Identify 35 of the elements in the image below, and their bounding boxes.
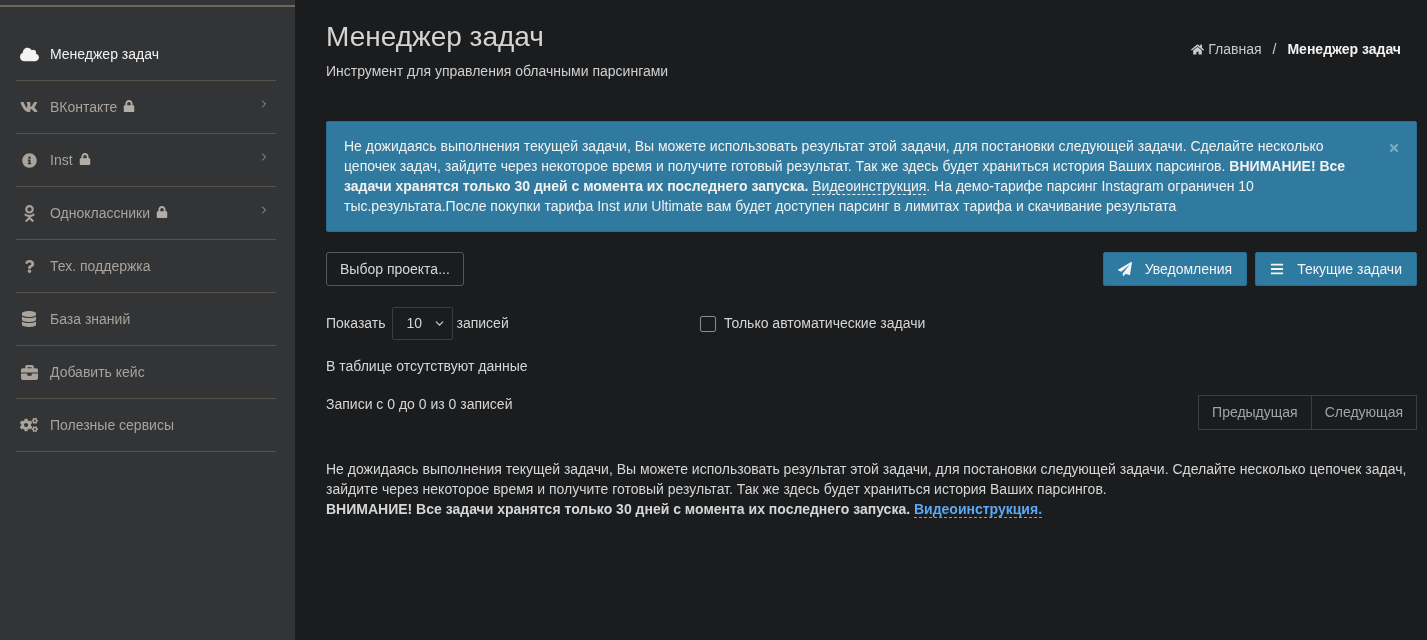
question-mark-icon [22,259,36,273]
breadcrumb-separator: / [1272,40,1277,59]
breadcrumb-link[interactable]: Главная [1191,39,1262,60]
page-subtitle: Инструмент для управления облачными парсингами [326,62,669,81]
note-paragraph: Не дожидаясь выполнения текущей задачи, Вы можете использовать результат этой задачи, для постановки следующей задачи. Сделайте несколько цепочек задач, зайдите через некоторое время и получите готовый результат. Так же здесь будет храниться история Ваших парсингов. ВНИМАНИЕ! Все задачи хранятся только 30 дней с момента их последнего запуска. Видеоинструкция. [326,460,1408,519]
checkbox[interactable] [700,315,716,332]
action-button[interactable]: Уведомления [1102,252,1248,286]
page-size-select[interactable]: 10 [391,307,453,340]
sidebar-item[interactable]: Добавить кейс [16,346,276,399]
sidebar-item[interactable]: ВКонтакте [16,81,276,134]
entries-label: записей [456,314,509,333]
sidebar-item[interactable]: Полезные сервисы [16,399,276,452]
breadcrumb-current: Менеджер задач [1287,40,1401,59]
sidebar-item[interactable]: Inst [16,134,276,187]
briefcase-icon [20,363,38,381]
empty-table-message: В таблице отсутствуют данные [326,357,529,376]
page-title: Менеджер задач [326,20,545,54]
info-icon [21,152,37,168]
sidebar-item[interactable]: Одноклассники [16,187,276,240]
action-button[interactable]: Текущие задачи [1255,252,1417,286]
show-label: Показать [326,314,386,333]
alert-text: Не дожидаясь выполнения текущей задачи, Вы можете использовать результат этой задачи, для постановки следующей задачи. Сделайте несколько цепочек задач, зайдите через некоторое время и получите готовый результат. Так же здесь будет храниться история Ваших парсингов. ВНИМАНИЕ! Все задачи хранятся только 30 дней с момента их последнего запуска. Видеоинструкция. На демо-тарифе парсинг Instagram ограничен 10 тыс.результата.После покупки тарифа Inst или Ultimate вам будет доступен парсинг в лимитах тарифа и скачивание результата [344,137,1347,216]
video-link[interactable]: Видеоинструкция. [913,501,1043,518]
gears-icon [20,416,38,434]
home-icon [1191,43,1205,56]
project-select-button[interactable]: Выбор проекта... [326,252,464,286]
sidebar-item[interactable]: Менеджер задач [16,28,276,81]
menu-icon [1270,262,1285,276]
records-info: Записи с 0 до 0 из 0 записей [326,395,513,414]
sidebar-item[interactable]: Тех. поддержка [16,240,276,293]
close-icon [1388,142,1400,154]
database-icon [21,311,37,327]
paper-plane-icon [1117,262,1132,276]
checkbox-label[interactable]: Только автоматические задачи [724,313,926,334]
sidebar-item[interactable]: База знаний [16,293,276,346]
